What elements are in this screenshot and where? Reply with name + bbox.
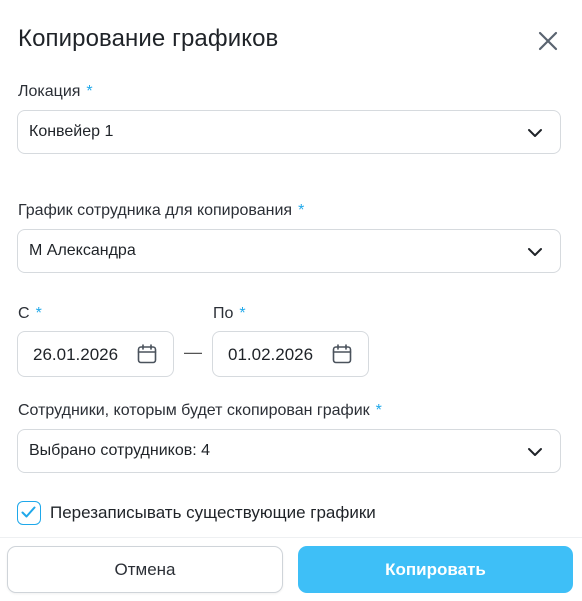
date-to-label: По * [213,305,246,323]
chevron-down-icon [526,443,544,461]
target-employees-select-value: Выбрано сотрудников: 4 [29,442,211,459]
calendar-icon[interactable] [136,343,158,365]
copy-button[interactable]: Копировать [298,546,573,593]
close-icon[interactable] [535,28,561,54]
cancel-button[interactable]: Отмена [7,546,283,593]
date-to-value: 01.02.2026 [228,345,314,364]
chevron-down-icon [526,124,544,142]
required-mark: * [86,83,93,100]
required-mark: * [375,402,382,419]
dialog-title: Копирование графиков [18,25,279,52]
calendar-icon[interactable] [331,343,353,365]
required-mark: * [298,202,305,219]
target-employees-label-text: Сотрудники, которым будет скопирован гра… [18,402,370,419]
location-select[interactable]: Конвейер 1 [17,110,561,154]
copy-schedules-dialog: Копирование графиков Локация * Конвейер 1… [0,0,582,601]
overwrite-checkbox-label[interactable]: Перезаписывать существующие графики [50,503,376,523]
date-to-label-text: По [213,305,234,322]
location-label-text: Локация [18,83,81,100]
required-mark: * [35,305,42,322]
date-to-input[interactable]: 01.02.2026 [212,331,369,377]
overwrite-checkbox[interactable] [17,501,41,525]
source-schedule-select-value: М Александра [29,242,136,259]
footer-divider [0,537,582,538]
source-schedule-label: График сотрудника для копирования * [18,202,304,220]
required-mark: * [239,305,246,322]
date-from-label: С * [18,305,42,323]
location-select-value: Конвейер 1 [29,123,114,140]
date-from-label-text: С [18,305,30,322]
date-from-value: 26.01.2026 [33,345,119,364]
date-range-separator: — [184,342,202,362]
date-from-input[interactable]: 26.01.2026 [17,331,174,377]
target-employees-label: Сотрудники, которым будет скопирован гра… [18,402,382,420]
target-employees-select[interactable]: Выбрано сотрудников: 4 [17,429,561,473]
source-schedule-label-text: График сотрудника для копирования [18,202,293,219]
source-schedule-select[interactable]: М Александра [17,229,561,273]
chevron-down-icon [526,243,544,261]
location-label: Локация * [18,83,93,101]
